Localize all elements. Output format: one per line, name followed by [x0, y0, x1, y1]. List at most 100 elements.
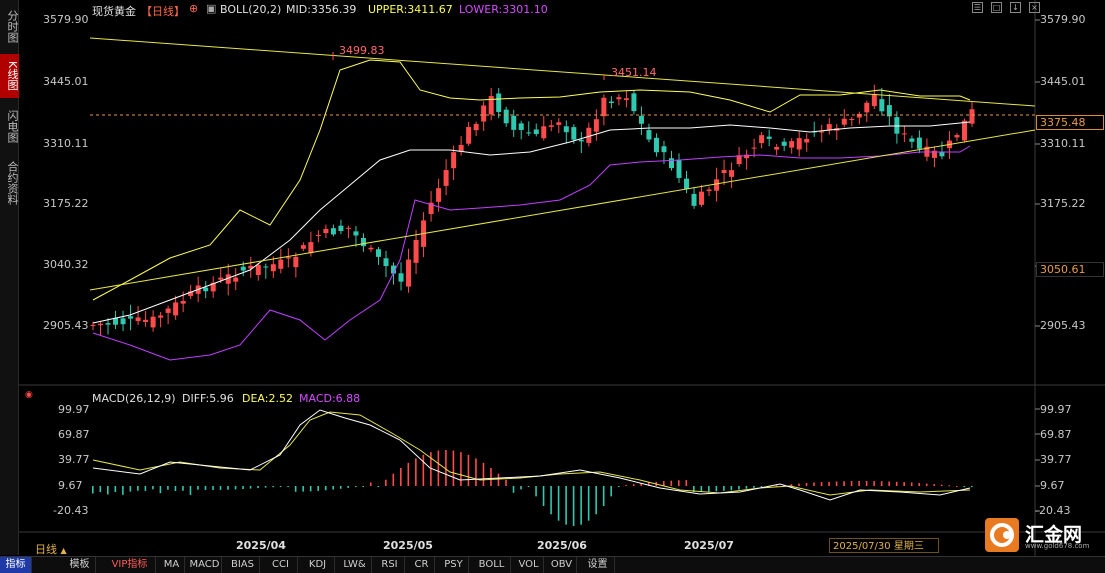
macd-histogram-bar: [407, 462, 410, 486]
candle-body: [323, 228, 329, 233]
indicator-boll[interactable]: BOLL: [473, 557, 511, 573]
crosshair-price-tag: 3050.61: [1036, 262, 1104, 277]
indicator-cr[interactable]: CR: [409, 557, 435, 573]
candle-body: [90, 324, 96, 326]
indicator-kdj[interactable]: KDJ: [301, 557, 335, 573]
candle-body: [255, 265, 261, 276]
macd-histogram-bar: [99, 486, 102, 493]
indicator-button[interactable]: 指标: [0, 557, 32, 573]
macd-histogram-bar: [377, 486, 380, 487]
macd-histogram-bar: [385, 479, 387, 486]
candle-body: [203, 287, 209, 292]
tab-kline[interactable]: K线图: [0, 54, 19, 98]
macd-histogram-bar: [475, 458, 477, 486]
macd-histogram-bar: [820, 482, 823, 486]
macd-histogram-bar: [580, 486, 582, 525]
candle-body: [819, 131, 825, 133]
x-axis-label: 2025/06: [537, 539, 587, 552]
candle-body: [864, 102, 870, 113]
candle-body: [871, 94, 877, 107]
candle-body: [413, 239, 419, 263]
macd-histogram-bar: [880, 481, 883, 486]
indicator-obv[interactable]: OBV: [547, 557, 577, 573]
macd-histogram-bar: [685, 480, 688, 486]
macd-tick-right: -20.43: [1035, 504, 1071, 517]
candle-body: [98, 323, 104, 326]
macd-histogram-bar: [512, 486, 515, 493]
candle-body: [774, 146, 780, 150]
close-icon[interactable]: ×: [1029, 2, 1040, 13]
candle-body: [759, 135, 765, 144]
tab-contract-info[interactable]: 合约资料: [0, 154, 19, 212]
macd-histogram-bar: [347, 486, 350, 488]
candle-body: [548, 125, 554, 127]
price-tick-left: 2905.43: [43, 319, 89, 332]
macd-histogram-bar: [723, 486, 725, 491]
candle-body: [631, 93, 637, 112]
candle-body: [766, 136, 772, 139]
indicator-ma[interactable]: MA: [159, 557, 185, 573]
maximize-icon[interactable]: □: [991, 2, 1002, 13]
indicator-toggle-icon[interactable]: ▣: [206, 2, 216, 15]
macd-histogram-bar: [392, 473, 395, 486]
macd-histogram-bar: [550, 486, 552, 515]
macd-histogram-bar: [505, 479, 507, 486]
macd-histogram-bar: [557, 486, 560, 521]
indicator-lw[interactable]: LW&: [338, 557, 372, 573]
indicator-psy[interactable]: PSY: [439, 557, 469, 573]
macd-histogram-bar: [309, 486, 312, 492]
candle-body: [789, 141, 795, 148]
candle-body: [879, 99, 885, 112]
macd-histogram-bar: [272, 486, 274, 488]
x-axis-label: 2025/07: [684, 539, 734, 552]
macd-histogram-bar: [963, 486, 966, 487]
vip-indicator-button[interactable]: VIP指标: [104, 557, 156, 573]
macd-tick-left: 99.97: [58, 403, 90, 416]
candle-body: [496, 93, 502, 112]
candle-body: [338, 225, 344, 231]
macd-histogram-bar: [152, 486, 154, 490]
macd-histogram-bar: [302, 486, 304, 492]
candle-body: [218, 277, 224, 280]
candle-body: [668, 158, 674, 169]
macd-histogram-bar: [415, 458, 417, 486]
macd-histogram-bar: [813, 482, 815, 486]
indicator-cci[interactable]: CCI: [264, 557, 298, 573]
macd-histogram-bar: [865, 481, 868, 486]
tab-timeshare[interactable]: 分时图: [0, 4, 19, 48]
indicator-rsi[interactable]: RSI: [375, 557, 405, 573]
macd-histogram-bar: [332, 486, 335, 490]
period-label[interactable]: 【日线】: [141, 3, 185, 19]
indicator-macd[interactable]: MACD: [188, 557, 222, 573]
kline-chart[interactable]: [19, 0, 1105, 556]
template-button[interactable]: 模板: [64, 557, 96, 573]
period-selector[interactable]: 日线 ▲: [35, 541, 67, 557]
macd-tick-right: 69.87: [1040, 428, 1072, 441]
indicator-vol[interactable]: VOL: [514, 557, 544, 573]
macd-histogram-bar: [738, 486, 740, 490]
download-icon[interactable]: ↓: [1010, 2, 1021, 13]
settings-button[interactable]: 设置: [581, 557, 615, 573]
candle-body: [150, 316, 156, 328]
candle-body: [143, 319, 149, 322]
macd-histogram-bar: [279, 486, 282, 487]
macd-histogram-bar: [565, 486, 567, 525]
macd-histogram-bar: [948, 485, 951, 487]
add-icon[interactable]: ⊕: [189, 2, 198, 15]
menu-icon[interactable]: ☰: [972, 2, 983, 13]
macd-histogram-bar: [400, 468, 402, 486]
candle-body: [623, 98, 629, 101]
macd-histogram-bar: [114, 486, 117, 493]
candle-body: [345, 227, 351, 229]
price-tick-right: 3579.90: [1040, 13, 1086, 26]
price-tick-left: 3579.90: [43, 13, 89, 26]
candle-body: [353, 231, 359, 236]
macd-histogram-bar: [144, 486, 147, 491]
macd-histogram-bar: [895, 481, 898, 486]
macd-tick-right: 39.77: [1040, 453, 1072, 466]
x-axis-label: 2025/05: [383, 539, 433, 552]
tab-flash[interactable]: 闪电图: [0, 104, 19, 148]
macd-settings-icon[interactable]: ◉: [25, 390, 33, 400]
candle-body: [721, 170, 727, 174]
indicator-bias[interactable]: BIAS: [226, 557, 260, 573]
